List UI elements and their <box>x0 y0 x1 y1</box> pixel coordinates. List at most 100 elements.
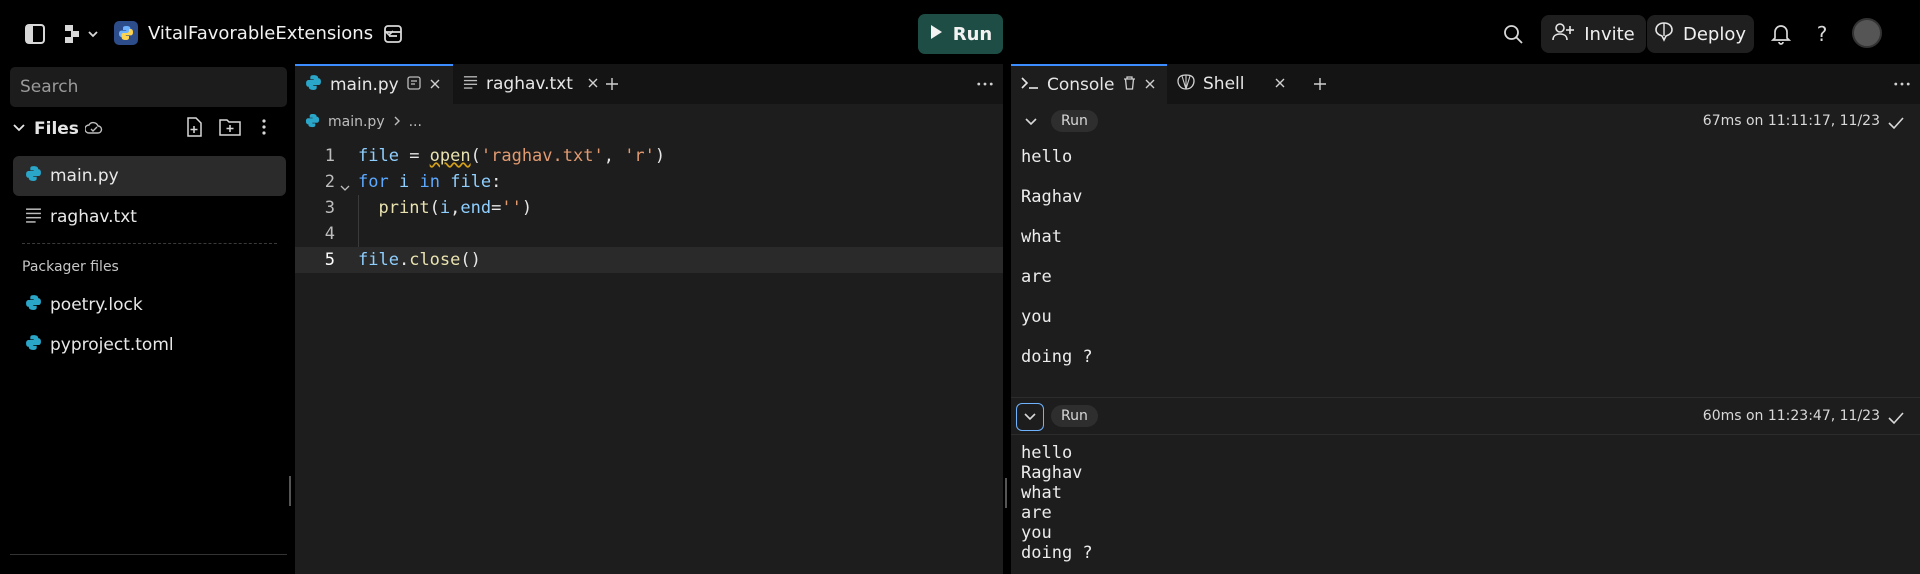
resize-handle[interactable] <box>289 476 291 506</box>
deploy-button[interactable]: Deploy <box>1647 15 1754 53</box>
file-item-poetry-lock[interactable]: poetry.lock <box>13 285 286 325</box>
text-file-icon <box>463 74 478 94</box>
indent-guide <box>358 195 359 247</box>
chevron-down-icon[interactable] <box>12 120 26 139</box>
run-chip: Run <box>1051 110 1098 132</box>
breadcrumb-file[interactable]: main.py <box>328 114 385 130</box>
collapse-chevron-icon[interactable] <box>1017 108 1045 136</box>
tab-label: Console <box>1047 75 1115 95</box>
check-icon <box>1888 410 1904 426</box>
kebab-menu-icon[interactable] <box>261 118 267 140</box>
sidebar: Search Files main.py raghav.txt Packager <box>0 64 291 574</box>
close-icon[interactable] <box>1274 74 1286 94</box>
tab-label: raghav.txt <box>486 74 573 94</box>
tab-console[interactable]: Console <box>1011 64 1167 104</box>
tab-raghav-txt[interactable]: raghav.txt <box>453 64 598 104</box>
code-text: file.close() <box>358 250 481 270</box>
balloon-icon <box>1655 21 1673 47</box>
divider <box>22 243 277 244</box>
tab-label: Shell <box>1203 74 1245 94</box>
run-meta: 67ms on 11:11:17, 11/23 <box>1702 113 1880 129</box>
invite-label: Invite <box>1584 23 1635 45</box>
sidebar-toggle-icon[interactable] <box>20 19 50 49</box>
play-icon <box>929 24 943 45</box>
search-icon[interactable] <box>1498 19 1528 49</box>
text-file-icon <box>25 206 42 228</box>
avatar[interactable] <box>1852 18 1882 48</box>
invite-button[interactable]: Invite <box>1541 15 1646 53</box>
preview-icon[interactable] <box>407 75 421 95</box>
repl-name-dropdown[interactable]: VitalFavorableExtensions <box>114 14 395 52</box>
console-icon <box>1021 75 1039 95</box>
file-item-pyproject-toml[interactable]: pyproject.toml <box>13 325 286 365</box>
console-output-line: you <box>1021 523 1052 543</box>
file-item-main-py[interactable]: main.py <box>13 156 286 196</box>
console-pane: Console Shell Run 67ms on 11:11:17, 11/2… <box>1011 64 1920 574</box>
code-line[interactable]: 1 file = open('raghav.txt', 'r') <box>295 143 1003 169</box>
check-icon <box>1888 115 1904 131</box>
code-line[interactable]: 2 for i in file: <box>295 169 1003 195</box>
console-output-line: hello <box>1021 147 1073 167</box>
console-output-line: doing ? <box>1021 543 1093 563</box>
add-tab-icon[interactable] <box>595 64 631 104</box>
more-icon[interactable] <box>967 64 1003 104</box>
file-name: main.py <box>50 166 119 186</box>
deploy-label: Deploy <box>1682 23 1747 45</box>
run-button[interactable]: Run <box>918 14 1003 54</box>
console-output-line: hello <box>1021 443 1073 463</box>
code-line[interactable]: 5 file.close() <box>295 247 1003 273</box>
editor-tab-bar: main.py raghav.txt <box>295 64 1003 104</box>
divider <box>1011 434 1920 435</box>
code-line[interactable]: 3 print(i,end='') <box>295 195 1003 221</box>
console-output-line: are <box>1021 503 1052 523</box>
line-number: 4 <box>324 224 335 244</box>
new-file-icon[interactable] <box>185 117 203 141</box>
python-icon <box>114 21 138 45</box>
help-icon[interactable]: ? <box>1807 19 1837 49</box>
code-text: print(i,end='') <box>378 198 533 218</box>
tab-main-py[interactable]: main.py <box>295 64 453 104</box>
close-icon[interactable] <box>429 75 441 95</box>
python-icon <box>305 74 322 96</box>
resize-handle[interactable] <box>1005 478 1007 508</box>
python-icon <box>25 294 42 316</box>
workspace-icon[interactable] <box>378 19 408 49</box>
line-number: 2 <box>324 172 335 192</box>
files-title: Files <box>34 119 79 139</box>
code-line[interactable]: 4 <box>295 221 1003 247</box>
divider <box>1011 397 1920 398</box>
console-output-line: you <box>1021 307 1052 327</box>
tab-label: main.py <box>330 75 399 95</box>
line-number: 1 <box>324 146 335 166</box>
collapse-chevron-icon[interactable] <box>1016 403 1044 431</box>
console-output-line: doing ? <box>1021 347 1093 367</box>
packager-files-title: Packager files <box>22 259 119 275</box>
bell-icon[interactable] <box>1766 19 1796 49</box>
breadcrumb: main.py ... <box>305 110 422 134</box>
line-number: 3 <box>324 198 335 218</box>
run-button-label: Run <box>952 23 993 45</box>
console-output-line: what <box>1021 227 1062 247</box>
search-input[interactable]: Search <box>10 67 287 107</box>
new-folder-icon[interactable] <box>219 118 241 140</box>
close-icon[interactable] <box>1144 75 1156 95</box>
tab-shell[interactable]: Shell <box>1167 64 1299 104</box>
search-placeholder: Search <box>20 77 79 97</box>
console-output-line: what <box>1021 483 1062 503</box>
run-chip: Run <box>1051 405 1098 427</box>
add-tab-icon[interactable] <box>1303 64 1339 104</box>
file-name: raghav.txt <box>50 207 137 227</box>
python-icon <box>25 165 42 187</box>
python-icon <box>305 113 320 132</box>
code-text: file = open('raghav.txt', 'r') <box>358 146 666 166</box>
chevron-right-icon <box>393 114 401 130</box>
replit-menu-icon[interactable] <box>62 19 102 49</box>
file-item-raghav-txt[interactable]: raghav.txt <box>13 197 286 237</box>
more-icon[interactable] <box>1884 64 1920 104</box>
trash-icon[interactable] <box>1123 75 1136 95</box>
fold-chevron-icon[interactable] <box>340 177 350 197</box>
breadcrumb-trail[interactable]: ... <box>409 114 422 130</box>
top-bar: VitalFavorableExtensions Run Invite Depl… <box>0 0 1920 64</box>
code-text: for i in file: <box>358 172 502 192</box>
cloud-check-icon <box>84 120 103 139</box>
